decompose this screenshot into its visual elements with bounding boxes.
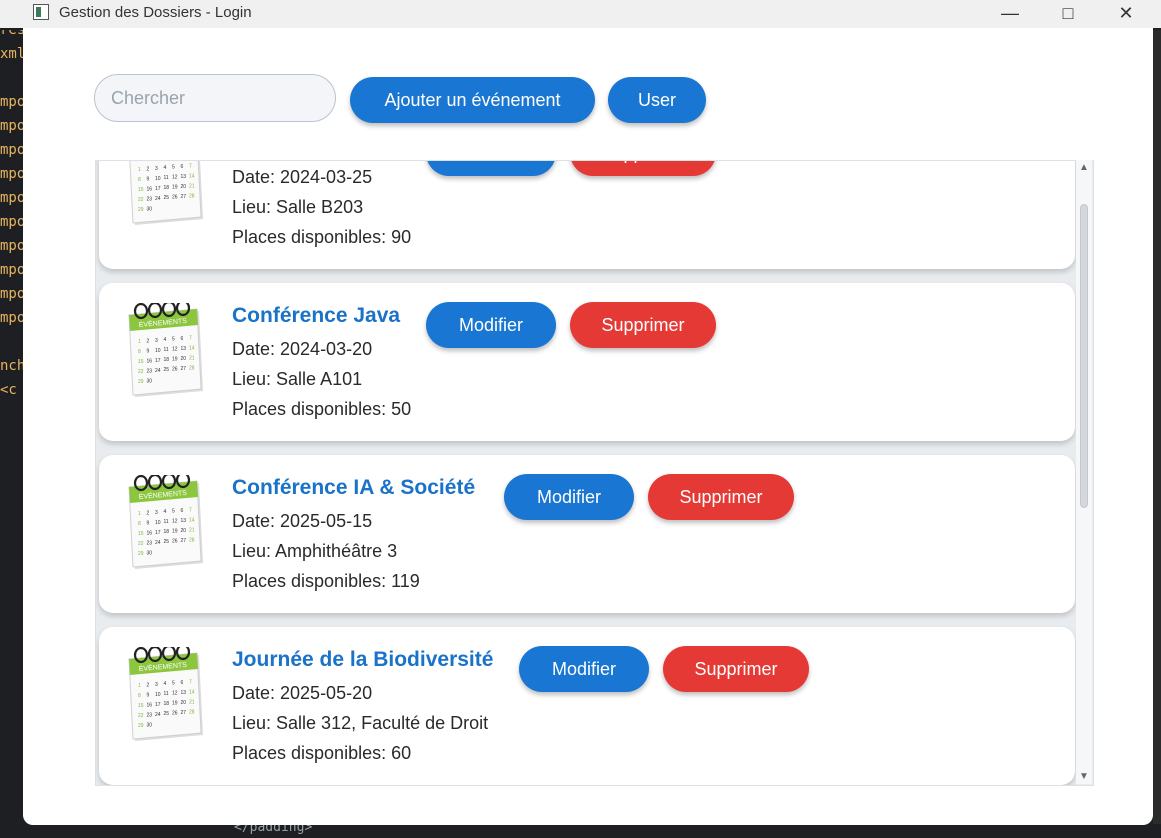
background-code-text: nch: [0, 358, 24, 374]
background-editor: res xml mpo mpo mpo mpo mpo mpo mpo mpo mpo mpo nch <…: [0, 30, 24, 838]
background-code-text: mpo: [0, 190, 24, 206]
event-location: Lieu: Salle B203: [232, 197, 364, 217]
scroll-up-icon[interactable]: ▲: [1079, 162, 1089, 173]
window-title: Gestion des Dossiers - Login: [59, 4, 252, 21]
event-card: Date: 2024-03-25 Lieu: Salle B203 Places…: [99, 161, 1075, 269]
modify-button[interactable]: Modifier: [426, 302, 556, 348]
event-location: Lieu: Salle A101: [232, 369, 363, 389]
event-list[interactable]: Date: 2024-03-25 Lieu: Salle B203 Places…: [95, 160, 1094, 786]
background-code-text: mpo: [0, 214, 24, 230]
event-title: Conférence IA & Société: [232, 476, 476, 499]
calendar-icon: [127, 303, 205, 399]
event-location: Lieu: Salle 312, Faculté de Droit: [232, 713, 489, 733]
background-editor-bottom: </padding>: [0, 820, 1161, 838]
delete-button[interactable]: Supprimer: [570, 161, 716, 176]
background-code-text: mpo: [0, 142, 24, 158]
maximize-button[interactable]: □: [1045, 0, 1091, 28]
event-title: Journée de la Biodiversité: [232, 648, 494, 671]
event-date: Date: 2024-03-25: [232, 167, 373, 187]
scrollbar[interactable]: ▲ ▼: [1076, 160, 1092, 784]
event-title: Conférence Java: [232, 304, 401, 327]
calendar-icon: [127, 647, 205, 743]
event-card: Conférence Java Date: 2024-03-20 Lieu: S…: [99, 283, 1075, 441]
background-code-text: mpo: [0, 262, 24, 278]
background-code-text: mpo: [0, 286, 24, 302]
delete-button[interactable]: Supprimer: [570, 302, 716, 348]
main-panel: Ajouter un événement User Date: 2024-03-…: [23, 28, 1153, 825]
add-event-button[interactable]: Ajouter un événement: [350, 77, 595, 123]
minimize-button[interactable]: —: [987, 0, 1033, 28]
close-button[interactable]: ✕: [1103, 0, 1149, 28]
background-code-text: mpo: [0, 118, 24, 134]
event-date: Date: 2024-03-20: [232, 339, 373, 359]
delete-button[interactable]: Supprimer: [663, 646, 809, 692]
event-card: Conférence IA & Société Date: 2025-05-15…: [99, 455, 1075, 613]
background-code-text: mpo: [0, 166, 24, 182]
background-code-text: xml: [0, 46, 24, 62]
event-date: Date: 2025-05-15: [232, 511, 373, 531]
search-input[interactable]: [94, 74, 336, 122]
event-card: Journée de la Biodiversité Date: 2025-05…: [99, 627, 1075, 785]
background-code-text: <c: [0, 382, 17, 398]
event-places: Places disponibles: 90: [232, 227, 412, 247]
background-code-text: mpo: [0, 94, 24, 110]
modify-button[interactable]: Modifier: [519, 646, 649, 692]
delete-button[interactable]: Supprimer: [648, 474, 794, 520]
event-places: Places disponibles: 119: [232, 571, 420, 591]
background-code-text: res: [0, 30, 24, 38]
modify-button[interactable]: Modifier: [426, 161, 556, 176]
event-places: Places disponibles: 60: [232, 743, 412, 763]
calendar-icon: [127, 475, 205, 571]
event-date: Date: 2025-05-20: [232, 683, 373, 703]
scroll-thumb[interactable]: [1080, 204, 1088, 508]
calendar-icon: [127, 161, 205, 227]
scroll-down-icon[interactable]: ▼: [1079, 771, 1089, 782]
background-code-text: mpo: [0, 310, 24, 326]
app-icon: [33, 4, 49, 20]
background-code-text: mpo: [0, 238, 24, 254]
title-bar: Gestion des Dossiers - Login — □ ✕: [0, 0, 1161, 28]
event-location: Lieu: Amphithéâtre 3: [232, 541, 398, 561]
background-editor-right: [1153, 30, 1161, 838]
user-button[interactable]: User: [608, 77, 706, 123]
event-places: Places disponibles: 50: [232, 399, 412, 419]
modify-button[interactable]: Modifier: [504, 474, 634, 520]
